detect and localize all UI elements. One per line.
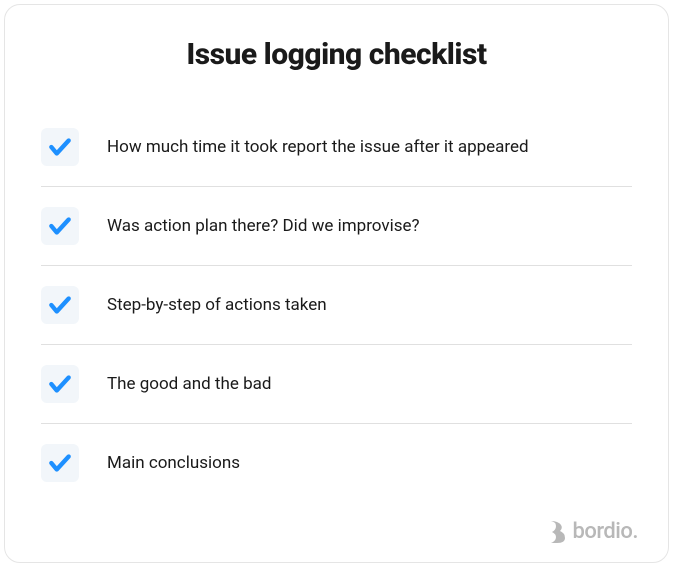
checklist-item-text: The good and the bad — [107, 374, 271, 394]
check-icon — [47, 134, 73, 160]
checklist-item: Step-by-step of actions taken — [41, 266, 632, 345]
check-icon — [47, 450, 73, 476]
checklist: How much time it took report the issue a… — [41, 108, 632, 502]
checkbox[interactable] — [41, 444, 79, 482]
checklist-item-text: How much time it took report the issue a… — [107, 137, 529, 157]
checkbox[interactable] — [41, 286, 79, 324]
checkbox[interactable] — [41, 365, 79, 403]
checklist-item: Was action plan there? Did we improvise? — [41, 187, 632, 266]
page-title: Issue logging checklist — [41, 37, 632, 72]
brand-mark-icon — [548, 521, 566, 543]
checklist-item: The good and the bad — [41, 345, 632, 424]
check-icon — [47, 371, 73, 397]
checkbox[interactable] — [41, 128, 79, 166]
checklist-item: Main conclusions — [41, 424, 632, 502]
checklist-item-text: Was action plan there? Did we improvise? — [107, 216, 420, 236]
check-icon — [47, 292, 73, 318]
check-icon — [47, 213, 73, 239]
checklist-item: How much time it took report the issue a… — [41, 108, 632, 187]
checklist-item-text: Step-by-step of actions taken — [107, 295, 327, 315]
checkbox[interactable] — [41, 207, 79, 245]
checklist-card: Issue logging checklist How much time it… — [4, 4, 669, 563]
brand-logo: bordio. — [548, 519, 638, 544]
brand-name: bordio. — [572, 519, 638, 544]
checklist-item-text: Main conclusions — [107, 453, 240, 473]
